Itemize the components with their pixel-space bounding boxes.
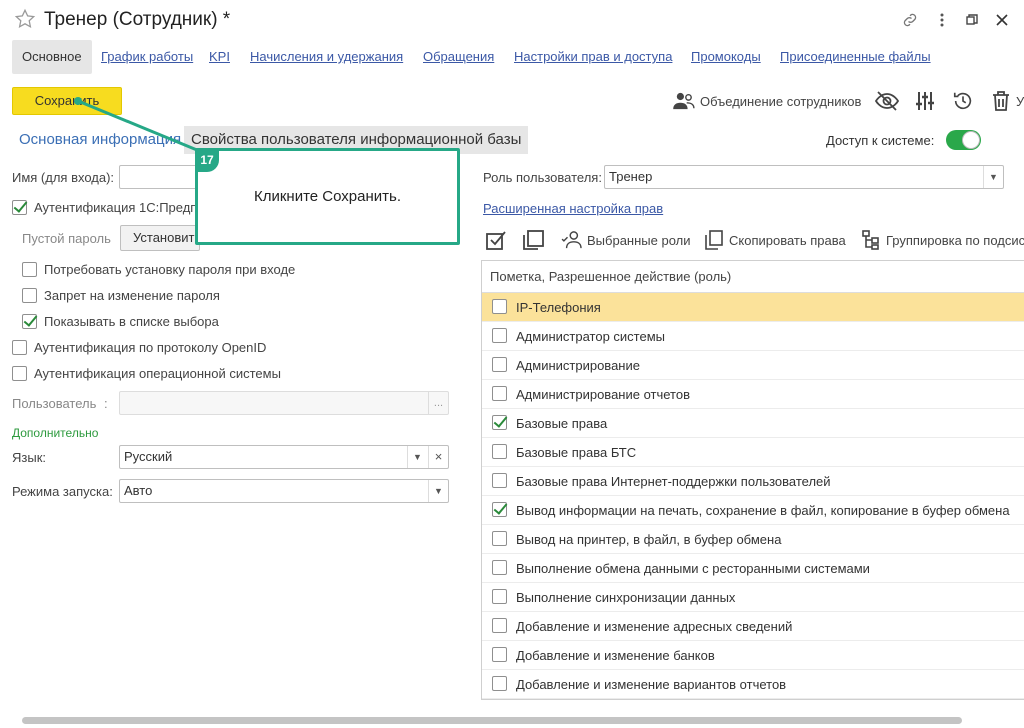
tutorial-callout: Кликните Сохранить. xyxy=(195,148,460,245)
tutorial-pointer xyxy=(74,97,198,152)
step-badge: 17 xyxy=(195,148,219,172)
horizontal-scrollbar[interactable] xyxy=(22,717,962,724)
tutorial-text: Кликните Сохранить. xyxy=(253,188,401,205)
